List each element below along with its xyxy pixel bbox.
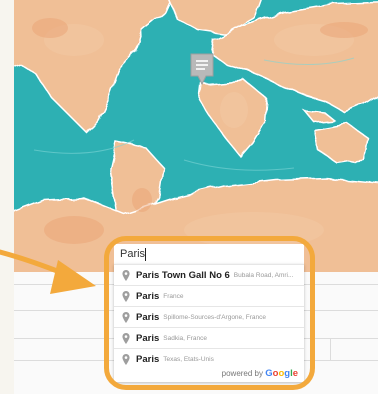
map-marker-icon[interactable] xyxy=(189,52,215,86)
panel-divider xyxy=(330,338,331,360)
highlight-frame xyxy=(104,236,315,390)
world-map[interactable] xyxy=(14,0,378,272)
callout-arrow xyxy=(0,249,96,294)
